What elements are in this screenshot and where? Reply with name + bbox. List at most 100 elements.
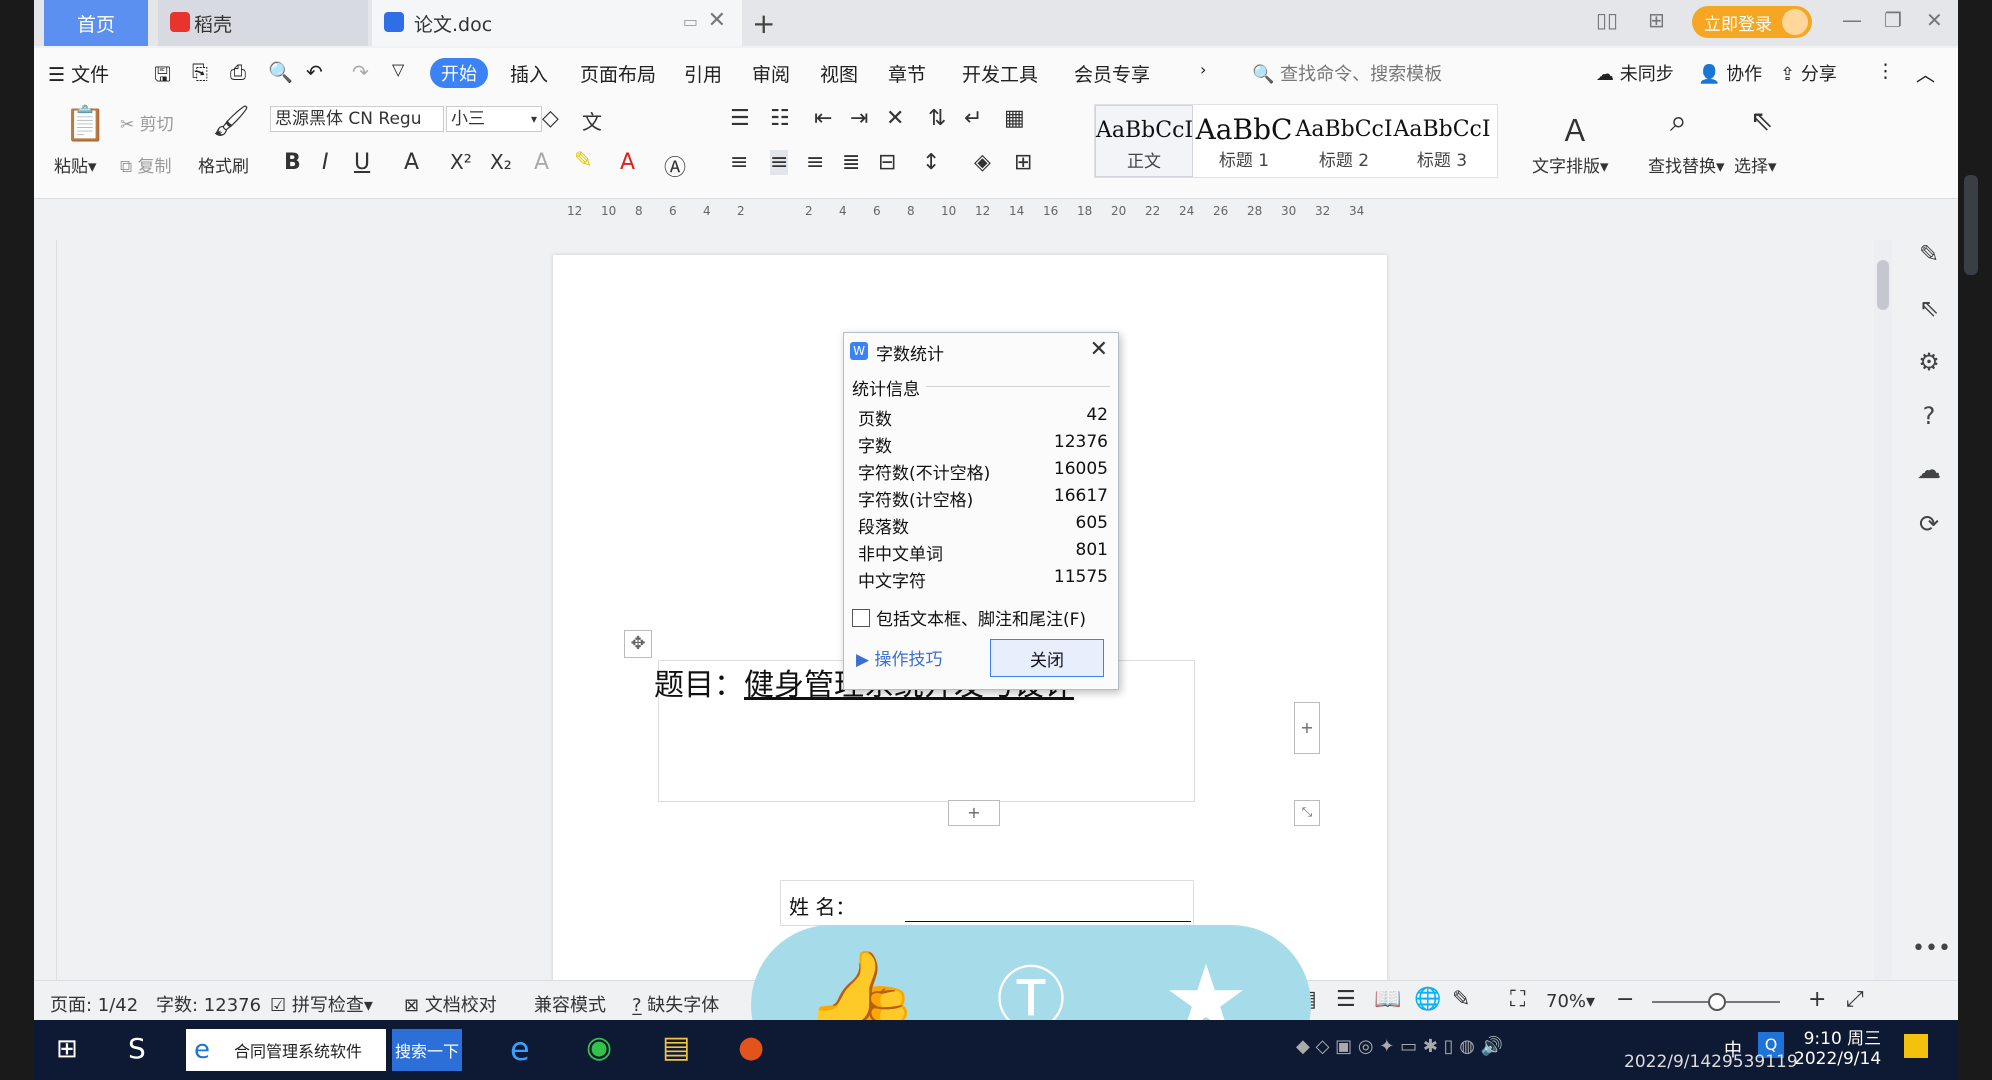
vertical-ruler[interactable] bbox=[34, 240, 57, 980]
bold-icon[interactable]: B bbox=[284, 150, 301, 175]
export-pdf-icon[interactable]: ⎘ bbox=[192, 60, 208, 84]
undo-icon[interactable]: ↶ bbox=[306, 60, 323, 84]
copy-button[interactable]: ⧉ 复制 bbox=[120, 152, 172, 177]
new-tab-button[interactable]: + bbox=[752, 0, 775, 46]
ie-browser-icon[interactable]: e bbox=[510, 1030, 530, 1068]
text-layout-icon[interactable]: Ａ bbox=[1560, 106, 1590, 150]
resize-table-icon[interactable]: ⤡ bbox=[1294, 800, 1320, 826]
find-replace-icon[interactable]: ⌕ bbox=[1670, 104, 1687, 139]
quick-access-dropdown-icon[interactable]: ▽ bbox=[392, 60, 404, 79]
format-painter-button[interactable]: 格式刷 bbox=[198, 152, 249, 177]
file-explorer-icon[interactable]: ▤ bbox=[662, 1030, 690, 1065]
tab-document[interactable]: 论文.doc ▭ ✕ bbox=[372, 0, 742, 46]
name-field-row[interactable]: 姓 名： bbox=[780, 880, 1194, 926]
tab-chapter[interactable]: 章节 bbox=[888, 60, 926, 87]
proofread-button[interactable]: ⊠ 文档校对 bbox=[404, 991, 497, 1017]
sync-button[interactable]: ☁ 未同步 bbox=[1596, 60, 1674, 86]
distributed-icon[interactable]: ⊟ bbox=[878, 150, 896, 175]
tab-page-layout[interactable]: 页面布局 bbox=[580, 60, 656, 87]
tab-review[interactable]: 审阅 bbox=[752, 60, 790, 87]
clear-format-icon[interactable]: ◇ bbox=[542, 106, 559, 131]
file-menu[interactable]: ☰ 文件 bbox=[48, 60, 109, 87]
font-name-select[interactable]: 思源黑体 CN Regu bbox=[270, 106, 444, 132]
fullscreen-icon[interactable]: ⤢ bbox=[1846, 987, 1864, 1012]
help-icon[interactable]: ? bbox=[1900, 402, 1958, 456]
zoom-slider-thumb[interactable] bbox=[1708, 993, 1726, 1011]
web-view-icon[interactable]: 🌐 bbox=[1414, 987, 1441, 1012]
checkbox-box[interactable] bbox=[852, 608, 870, 627]
line-spacing-icon[interactable]: ↕ bbox=[922, 150, 940, 175]
login-button[interactable]: 立即登录 bbox=[1692, 6, 1812, 38]
align-right-icon[interactable]: ≡ bbox=[806, 150, 824, 175]
sort-icon[interactable]: ⇅ bbox=[928, 106, 946, 131]
char-border-icon[interactable]: Ⓐ bbox=[664, 150, 686, 182]
layout-icon[interactable]: ▯▯ bbox=[1596, 8, 1618, 32]
align-center-icon[interactable]: ≡ bbox=[770, 150, 789, 175]
italic-icon[interactable]: I bbox=[322, 150, 329, 175]
add-row-icon[interactable]: + bbox=[948, 800, 1000, 826]
tab-daoke[interactable]: 稻壳 bbox=[158, 0, 368, 46]
style-heading-3[interactable]: AaBbCcI 标题 3 bbox=[1393, 105, 1491, 177]
font-color-icon[interactable]: A bbox=[620, 150, 635, 175]
tab-member[interactable]: 会员专享 bbox=[1074, 60, 1150, 87]
tab-developer[interactable]: 开发工具 bbox=[962, 60, 1038, 87]
phonetic-icon[interactable]: 文 bbox=[582, 106, 602, 135]
reading-view-icon[interactable]: 📖 bbox=[1374, 987, 1401, 1012]
collaborate-button[interactable]: 👤 协作 bbox=[1698, 60, 1762, 86]
scrollbar-thumb[interactable] bbox=[1877, 260, 1889, 310]
collapse-ribbon-icon[interactable]: ︿ bbox=[1916, 60, 1935, 87]
strikethrough-icon[interactable]: A bbox=[404, 150, 419, 175]
share-button[interactable]: ⇪ 分享 bbox=[1780, 60, 1837, 86]
bullets-icon[interactable]: ☰ bbox=[730, 106, 750, 131]
tab-view[interactable]: 视图 bbox=[820, 60, 858, 87]
paste-icon[interactable]: 📋 bbox=[64, 104, 106, 144]
zoom-in-icon[interactable]: + bbox=[1808, 987, 1826, 1012]
spell-check-button[interactable]: ☑ 拼写检查▾ bbox=[270, 991, 373, 1017]
missing-font-button[interactable]: ?̲ 缺失字体 bbox=[632, 991, 719, 1017]
zoom-level[interactable]: 70%▾ bbox=[1546, 991, 1595, 1012]
justify-icon[interactable]: ≣ bbox=[842, 150, 860, 175]
pen-icon[interactable]: ✎ bbox=[1900, 240, 1958, 294]
close-tab-icon[interactable]: ✕ bbox=[708, 8, 726, 33]
window-close-icon[interactable]: ✕ bbox=[1926, 8, 1943, 32]
decrease-indent-icon[interactable]: ⇤ bbox=[814, 106, 832, 131]
select-button[interactable]: 选择▾ bbox=[1734, 152, 1777, 177]
style-normal[interactable]: AaBbCcI 正文 bbox=[1095, 105, 1193, 177]
superscript-icon[interactable]: X² bbox=[450, 150, 472, 174]
tab-start[interactable]: 开始 bbox=[430, 58, 488, 88]
tab-references[interactable]: 引用 bbox=[684, 60, 722, 87]
add-column-icon[interactable]: + bbox=[1294, 702, 1320, 754]
tray-icons[interactable]: ◆ ◇ ▣ ◎ ✦ ▭ ✱ ▯ ◍ 🔊 bbox=[1296, 1036, 1503, 1057]
more-menu-icon[interactable]: ⋮ bbox=[1876, 60, 1895, 82]
tips-link[interactable]: ▶ 操作技巧 bbox=[856, 645, 942, 670]
format-painter-icon[interactable]: 🖌 bbox=[212, 104, 250, 139]
cut-button[interactable]: ✂ 剪切 bbox=[120, 110, 174, 135]
print-preview-icon[interactable]: 🔍 bbox=[268, 60, 293, 84]
grid-icon[interactable]: ⊞ bbox=[1648, 8, 1665, 32]
borders-icon[interactable]: ⊞ bbox=[1014, 150, 1032, 175]
app-icon[interactable]: ● bbox=[738, 1030, 764, 1065]
redo-icon[interactable]: ↷ bbox=[352, 60, 369, 84]
restore-icon[interactable]: ❐ bbox=[1884, 8, 1902, 32]
fit-page-icon[interactable]: ⛶ bbox=[1510, 987, 1525, 1012]
search-engine-icon[interactable]: S bbox=[128, 1032, 146, 1065]
include-textbox-footnotes-checkbox[interactable]: 包括文本框、脚注和尾注(F) bbox=[852, 605, 1086, 630]
style-heading-2[interactable]: AaBbCcI 标题 2 bbox=[1295, 105, 1393, 177]
show-marks-icon[interactable]: ↵ bbox=[964, 106, 982, 131]
table-tools-icon[interactable]: ▦ bbox=[1004, 106, 1025, 131]
taskbar-app-input[interactable]: e 合同管理系统软件 bbox=[186, 1029, 386, 1071]
highlight-icon[interactable]: ✎ bbox=[574, 148, 592, 173]
table-move-handle-icon[interactable]: ✥ bbox=[624, 630, 652, 658]
more-options-icon[interactable]: ••• bbox=[1912, 936, 1951, 961]
browser-360-icon[interactable]: ◉ bbox=[586, 1030, 612, 1065]
minimize-icon[interactable]: — bbox=[1842, 8, 1862, 32]
pointer-icon[interactable]: ⇖ bbox=[1900, 294, 1958, 348]
write-mode-icon[interactable]: ✎ bbox=[1452, 987, 1470, 1012]
dialog-title-bar[interactable]: W 字数统计 bbox=[844, 333, 1118, 369]
numbering-icon[interactable]: ☷ bbox=[770, 106, 790, 131]
vertical-scrollbar[interactable] bbox=[1874, 240, 1892, 980]
text-effect-icon[interactable]: A bbox=[534, 150, 549, 175]
subscript-icon[interactable]: X₂ bbox=[490, 150, 512, 174]
word-count-indicator[interactable]: 字数: 12376 bbox=[156, 991, 261, 1017]
select-cursor-icon[interactable]: ⇖ bbox=[1750, 104, 1773, 137]
